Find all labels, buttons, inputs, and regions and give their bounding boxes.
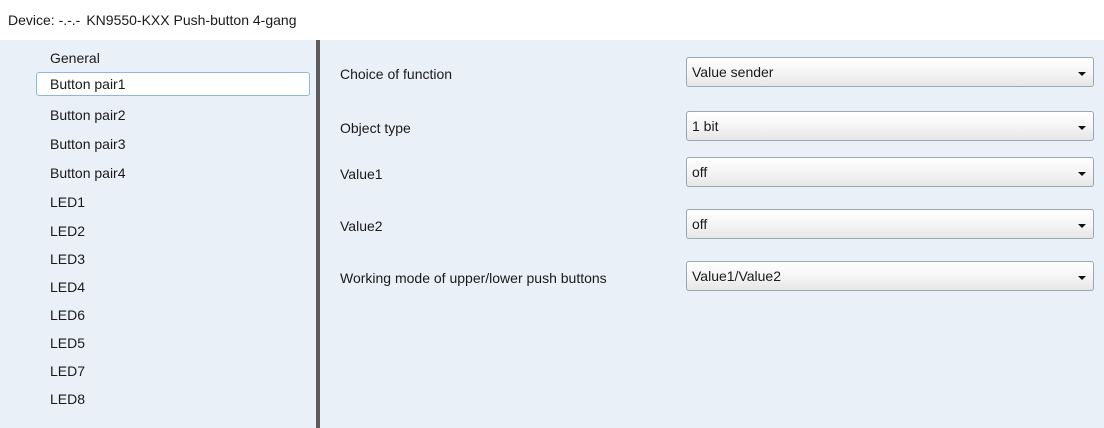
chevron-down-icon bbox=[1078, 126, 1086, 130]
working-mode-value: Value1/Value2 bbox=[692, 268, 781, 284]
sidebar-item-label: LED8 bbox=[50, 391, 86, 407]
sidebar-item-button-pair1[interactable]: Button pair1 bbox=[36, 72, 310, 96]
device-title-bar: Device: -.-.- KN9550-KXX Push-button 4-ga… bbox=[0, 0, 1104, 40]
sidebar-item-label: Button pair4 bbox=[50, 165, 126, 181]
sidebar-item-label: Button pair1 bbox=[50, 76, 126, 92]
choice-of-function-value: Value sender bbox=[692, 64, 774, 80]
value2-value: off bbox=[692, 216, 708, 232]
sidebar-item-label: LED4 bbox=[50, 279, 86, 295]
sidebar-item-led8[interactable]: LED8 bbox=[36, 387, 99, 411]
sidebar-item-label: Button pair2 bbox=[50, 107, 126, 123]
sidebar-item-label: LED3 bbox=[50, 251, 86, 267]
sidebar-item-label: LED5 bbox=[50, 335, 86, 351]
sidebar-item-label: LED7 bbox=[50, 363, 86, 379]
choice-of-function-label: Choice of function bbox=[340, 66, 453, 82]
sidebar-item-led5[interactable]: LED5 bbox=[36, 331, 99, 355]
sidebar-item-button-pair4[interactable]: Button pair4 bbox=[36, 161, 140, 185]
sidebar-item-label: LED1 bbox=[50, 194, 86, 210]
sidebar-item-label: LED2 bbox=[50, 223, 86, 239]
sidebar-item-label: Button pair3 bbox=[50, 136, 126, 152]
object-type-label: Object type bbox=[340, 120, 411, 136]
value2-label: Value2 bbox=[340, 218, 383, 234]
object-type-value: 1 bit bbox=[692, 118, 719, 134]
sidebar-item-led1[interactable]: LED1 bbox=[36, 190, 99, 214]
object-type-dropdown[interactable]: 1 bit bbox=[686, 111, 1094, 141]
sidebar-item-led3[interactable]: LED3 bbox=[36, 247, 99, 271]
value1-label: Value1 bbox=[340, 166, 383, 182]
chevron-down-icon bbox=[1078, 224, 1086, 228]
sidebar-item-led6[interactable]: LED6 bbox=[36, 303, 99, 327]
working-mode-dropdown[interactable]: Value1/Value2 bbox=[686, 261, 1094, 291]
parameter-panel: Choice of function Value sender Object t… bbox=[320, 40, 1104, 428]
choice-of-function-dropdown[interactable]: Value sender bbox=[686, 57, 1094, 87]
value2-dropdown[interactable]: off bbox=[686, 209, 1094, 239]
sidebar-item-button-pair3[interactable]: Button pair3 bbox=[36, 132, 140, 156]
sidebar-item-button-pair2[interactable]: Button pair2 bbox=[36, 103, 140, 127]
sidebar-item-general[interactable]: General bbox=[36, 46, 114, 70]
device-prefix: Device: -.-.- bbox=[8, 12, 81, 28]
value1-value: off bbox=[692, 164, 708, 180]
chevron-down-icon bbox=[1078, 276, 1086, 280]
chevron-down-icon bbox=[1078, 72, 1086, 76]
sidebar-item-label: General bbox=[50, 50, 100, 66]
sidebar-item-led7[interactable]: LED7 bbox=[36, 359, 99, 383]
value1-dropdown[interactable]: off bbox=[686, 157, 1094, 187]
sidebar-item-led4[interactable]: LED4 bbox=[36, 275, 99, 299]
sidebar-item-led2[interactable]: LED2 bbox=[36, 219, 99, 243]
working-mode-label: Working mode of upper/lower push buttons bbox=[340, 270, 607, 286]
sidebar: General Button pair1 Button pair2 Button… bbox=[0, 40, 316, 428]
chevron-down-icon bbox=[1078, 172, 1086, 176]
sidebar-item-label: LED6 bbox=[50, 307, 86, 323]
device-name: KN9550-KXX Push-button 4-gang bbox=[86, 12, 297, 28]
